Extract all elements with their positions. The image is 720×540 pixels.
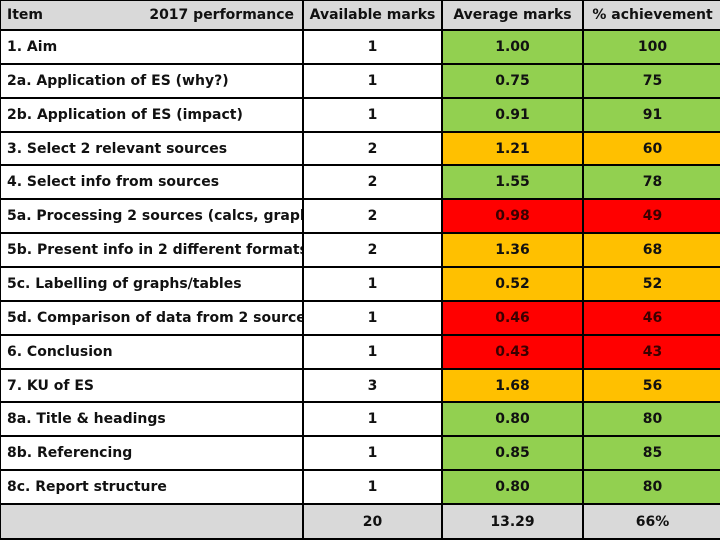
average-marks-cell: 0.80 [441, 469, 584, 506]
table-row: 8c. Report structure 1 0.80 80 [0, 469, 720, 506]
table-row: 4. Select info from sources 2 1.55 78 [0, 164, 720, 201]
average-marks-cell: 0.52 [441, 266, 584, 302]
available-marks-cell: 2 [302, 130, 443, 167]
item-cell: 8a. Title & headings [0, 401, 304, 438]
table-row: 5d. Comparison of data from 2 sources 1 0.… [0, 299, 720, 336]
header-row: Item 2017 performance Available marks Av… [0, 0, 720, 31]
header-available-marks: Available marks [302, 0, 443, 31]
average-marks-cell: 1.00 [441, 29, 584, 65]
achievement-cell: 60 [582, 130, 720, 167]
average-marks-cell: 1.36 [441, 232, 584, 269]
item-cell: 5a. Processing 2 sources (calcs, graphs) [0, 198, 304, 235]
average-marks-cell: 0.75 [441, 62, 584, 99]
table-row: 6. Conclusion 1 0.43 43 [0, 333, 720, 370]
available-marks-cell: 3 [302, 367, 443, 404]
achievement-cell: 80 [582, 469, 720, 506]
achievement-cell: 78 [582, 164, 720, 201]
achievement-cell: 100 [582, 29, 720, 65]
available-marks-cell: 2 [302, 198, 443, 235]
table-row: 8b. Referencing 1 0.85 85 [0, 435, 720, 472]
header-performance-label: 2017 performance [149, 7, 294, 23]
average-marks-cell: 1.68 [441, 367, 584, 404]
average-marks-cell: 1.21 [441, 130, 584, 167]
table-row: 7. KU of ES 3 1.68 56 [0, 367, 720, 404]
total-item-cell [0, 503, 304, 540]
average-marks-cell: 0.46 [441, 299, 584, 336]
item-cell: 1. Aim [0, 29, 304, 65]
available-marks-cell: 1 [302, 469, 443, 506]
header-item-cell: Item 2017 performance [0, 0, 304, 31]
header-average-marks: Average marks [441, 0, 584, 31]
total-achievement: 66% [582, 503, 720, 540]
item-cell: 5c. Labelling of graphs/tables [0, 266, 304, 302]
item-cell: 8c. Report structure [0, 469, 304, 506]
average-marks-cell: 0.43 [441, 333, 584, 370]
achievement-cell: 80 [582, 401, 720, 438]
table-row: 8a. Title & headings 1 0.80 80 [0, 401, 720, 438]
performance-table: Item 2017 performance Available marks Av… [0, 0, 720, 540]
available-marks-cell: 1 [302, 299, 443, 336]
achievement-cell: 43 [582, 333, 720, 370]
header-item-label: Item [7, 7, 43, 23]
item-cell: 5b. Present info in 2 different formats [0, 232, 304, 269]
item-cell: 8b. Referencing [0, 435, 304, 472]
table-row: 1. Aim 1 1.00 100 [0, 29, 720, 65]
item-cell: 4. Select info from sources [0, 164, 304, 201]
header-achievement: % achievement [582, 0, 720, 31]
total-row: 20 13.29 66% [0, 503, 720, 540]
table-row: 2a. Application of ES (why?) 1 0.75 75 [0, 62, 720, 99]
average-marks-cell: 0.91 [441, 96, 584, 133]
available-marks-cell: 1 [302, 435, 443, 472]
achievement-cell: 85 [582, 435, 720, 472]
available-marks-cell: 2 [302, 232, 443, 269]
achievement-cell: 46 [582, 299, 720, 336]
average-marks-cell: 0.85 [441, 435, 584, 472]
available-marks-cell: 1 [302, 266, 443, 302]
average-marks-cell: 0.98 [441, 198, 584, 235]
available-marks-cell: 1 [302, 62, 443, 99]
table-row: 3. Select 2 relevant sources 2 1.21 60 [0, 130, 720, 167]
achievement-cell: 68 [582, 232, 720, 269]
item-cell: 6. Conclusion [0, 333, 304, 370]
average-marks-cell: 0.80 [441, 401, 584, 438]
item-cell: 5d. Comparison of data from 2 sources [0, 299, 304, 336]
total-available-marks: 20 [302, 503, 443, 540]
available-marks-cell: 1 [302, 96, 443, 133]
achievement-cell: 52 [582, 266, 720, 302]
item-cell: 2a. Application of ES (why?) [0, 62, 304, 99]
table-row: 5b. Present info in 2 different formats 2… [0, 232, 720, 269]
item-cell: 7. KU of ES [0, 367, 304, 404]
available-marks-cell: 1 [302, 333, 443, 370]
available-marks-cell: 2 [302, 164, 443, 201]
achievement-cell: 56 [582, 367, 720, 404]
item-cell: 2b. Application of ES (impact) [0, 96, 304, 133]
total-average-marks: 13.29 [441, 503, 584, 540]
achievement-cell: 49 [582, 198, 720, 235]
item-cell: 3. Select 2 relevant sources [0, 130, 304, 167]
available-marks-cell: 1 [302, 29, 443, 65]
table-row: 5c. Labelling of graphs/tables 1 0.52 52 [0, 266, 720, 302]
average-marks-cell: 1.55 [441, 164, 584, 201]
available-marks-cell: 1 [302, 401, 443, 438]
table-row: 5a. Processing 2 sources (calcs, graphs)… [0, 198, 720, 235]
achievement-cell: 75 [582, 62, 720, 99]
achievement-cell: 91 [582, 96, 720, 133]
table-row: 2b. Application of ES (impact) 1 0.91 91 [0, 96, 720, 133]
